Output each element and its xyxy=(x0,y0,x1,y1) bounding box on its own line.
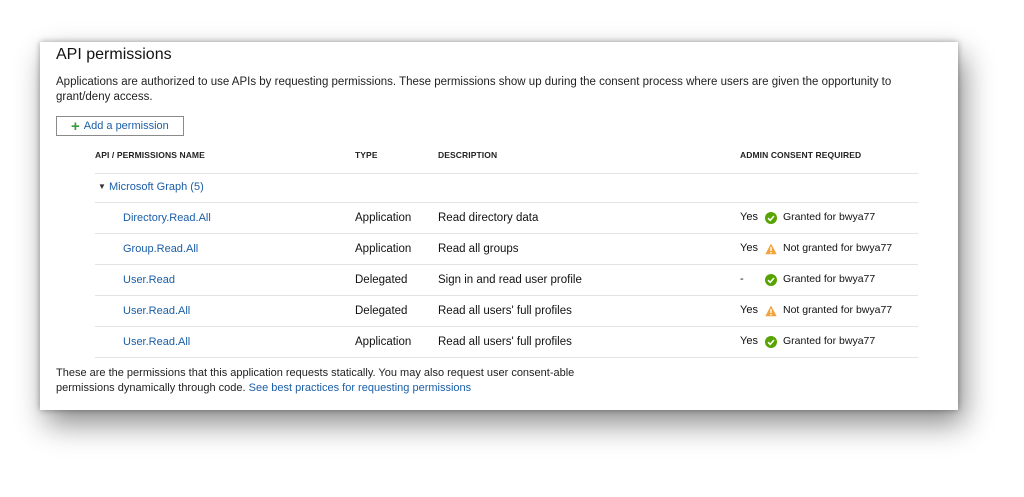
consent-status-text: Not granted for bwya77 xyxy=(783,304,893,316)
permission-row: User.Read Delegated Sign in and read user … xyxy=(95,265,918,296)
consent-status-text: Granted for bwya77 xyxy=(783,211,876,223)
permission-type: Delegated xyxy=(355,305,408,317)
admin-consent-value: Yes xyxy=(740,335,758,347)
permission-description: Read all groups xyxy=(438,243,519,255)
permission-row: User.Read.All Application Read all users' … xyxy=(95,327,918,358)
admin-consent-value: - xyxy=(740,273,744,285)
caret-down-icon[interactable]: ▼ xyxy=(98,182,106,191)
warning-icon xyxy=(765,243,777,255)
consent-status-text: Not granted for bwya77 xyxy=(783,242,893,254)
api-permissions-panel: API permissions Applications are authori… xyxy=(40,42,958,410)
permission-type: Delegated xyxy=(355,274,408,286)
warning-icon xyxy=(765,305,777,317)
permission-row: Directory.Read.All Application Read direct… xyxy=(95,203,918,234)
consent-status-text: Granted for bwya77 xyxy=(783,335,876,347)
column-header-type: TYPE xyxy=(355,150,378,160)
admin-consent-value: Yes xyxy=(740,211,758,223)
granted-check-icon xyxy=(765,212,777,224)
permission-description: Read all users' full profiles xyxy=(438,336,572,348)
permission-name-link[interactable]: User.Read.All xyxy=(123,305,190,317)
permission-description: Read directory data xyxy=(438,212,539,224)
add-permission-button[interactable]: + Add a permission xyxy=(56,116,184,136)
column-header-admin-consent: ADMIN CONSENT REQUIRED xyxy=(740,150,862,160)
granted-check-icon xyxy=(765,336,777,348)
permission-row: User.Read.All Delegated Read all users' fu… xyxy=(95,296,918,327)
column-header-description: DESCRIPTION xyxy=(438,150,498,160)
permission-type: Application xyxy=(355,243,412,255)
granted-check-icon xyxy=(765,274,777,286)
permission-name-link[interactable]: Directory.Read.All xyxy=(123,212,211,224)
column-header-name: API / PERMISSIONS NAME xyxy=(95,150,205,160)
consent-status-text: Granted for bwya77 xyxy=(783,273,876,285)
best-practices-link[interactable]: See best practices for requesting permis… xyxy=(249,382,472,394)
permission-description: Sign in and read user profile xyxy=(438,274,582,286)
add-permission-label: Add a permission xyxy=(83,120,169,132)
permission-type: Application xyxy=(355,212,412,224)
page-title: API permissions xyxy=(56,46,172,63)
permission-row: Group.Read.All Application Read all groups… xyxy=(95,234,918,265)
intro-text: Applications are authorized to use APIs … xyxy=(56,76,892,103)
api-group-label[interactable]: Microsoft Graph (5) xyxy=(109,181,204,193)
permission-name-link[interactable]: User.Read xyxy=(123,274,175,286)
screenshot-stage: API permissions Applications are authori… xyxy=(0,0,1024,497)
admin-consent-value: Yes xyxy=(740,304,758,316)
plus-icon: + xyxy=(71,117,80,135)
permission-name-link[interactable]: User.Read.All xyxy=(123,336,190,348)
admin-consent-value: Yes xyxy=(740,242,758,254)
permission-name-link[interactable]: Group.Read.All xyxy=(123,243,198,255)
permission-description: Read all users' full profiles xyxy=(438,305,572,317)
footer-note: These are the permissions that this appl… xyxy=(56,366,576,396)
api-group-row[interactable]: ▼ Microsoft Graph (5) xyxy=(95,173,918,203)
permission-type: Application xyxy=(355,336,412,348)
